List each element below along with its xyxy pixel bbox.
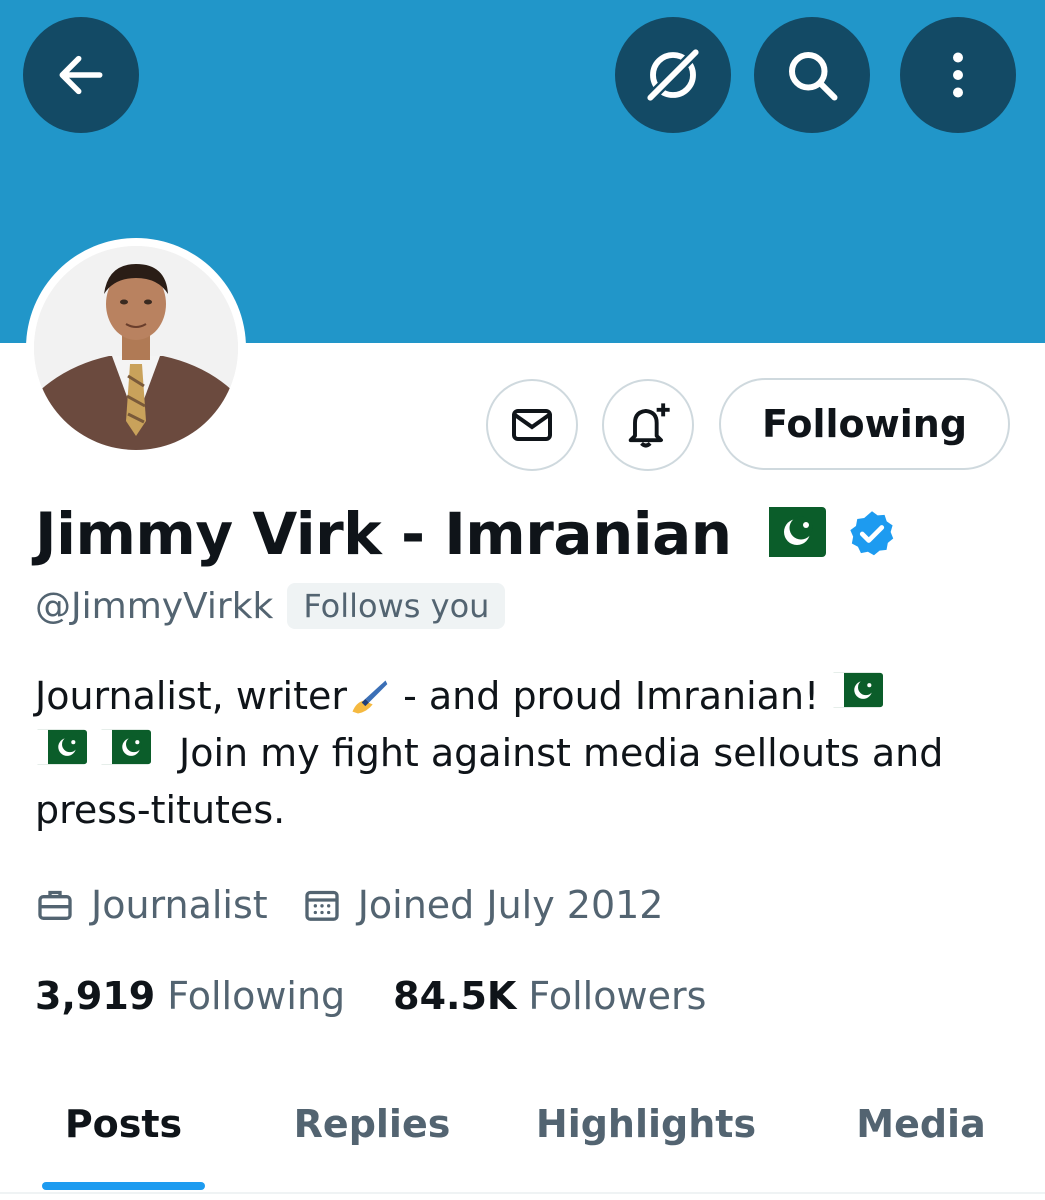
pakistan-flag-icon: [831, 668, 884, 725]
profession-item: Journalist: [35, 883, 268, 927]
following-count-link[interactable]: 3,919 Following: [35, 974, 345, 1018]
followers-count-link[interactable]: 84.5K Followers: [393, 974, 706, 1018]
bio-text: press-titutes.: [35, 788, 286, 832]
tab-posts[interactable]: Posts: [42, 1102, 205, 1146]
joined-date-label: Joined July 2012: [357, 883, 664, 927]
tabs-divider: [0, 1192, 1045, 1194]
grok-icon: [645, 47, 701, 103]
avatar: [34, 246, 238, 450]
mail-icon: [512, 409, 552, 441]
briefcase-icon: [38, 890, 72, 920]
following-button-label: Following: [761, 402, 968, 446]
bell-plus-icon: [628, 403, 670, 448]
profile-name-row: Jimmy Virk - Imranian: [35, 494, 898, 574]
active-tab-indicator: [42, 1182, 205, 1190]
pakistan-flag-icon: [749, 505, 826, 563]
followers-count: 84.5K: [393, 974, 517, 1018]
tab-highlights[interactable]: Highlights: [530, 1102, 762, 1146]
tab-replies[interactable]: Replies: [282, 1102, 462, 1146]
search-icon: [789, 52, 838, 101]
profile-bio: Journalist, writer - and proud Imranian!: [35, 668, 1025, 839]
tab-media[interactable]: Media: [840, 1102, 1002, 1146]
profile-stats-row: 3,919 Following 84.5K Followers: [35, 968, 706, 1024]
verified-badge-icon[interactable]: [846, 508, 898, 560]
more-vertical-icon: [953, 52, 963, 98]
search-button[interactable]: [754, 17, 870, 133]
grok-button[interactable]: [615, 17, 731, 133]
profile-meta-row: Journalist Joined July 2012: [35, 878, 664, 932]
avatar-container[interactable]: [26, 238, 246, 458]
pakistan-flag-icon: [35, 725, 87, 782]
bio-text: Join my fight against media sellouts and: [179, 731, 944, 775]
joined-date-item: Joined July 2012: [302, 883, 664, 927]
follows-you-badge: Follows you: [287, 583, 506, 629]
following-label: Following: [167, 974, 346, 1018]
profession-label: Journalist: [91, 883, 268, 927]
bio-text: Journalist, writer: [35, 674, 347, 718]
arrow-left-icon: [59, 55, 103, 95]
profile-handle: @JimmyVirkk: [35, 585, 274, 627]
profile-name: Jimmy Virk - Imranian: [35, 500, 732, 568]
profile-handle-row: @JimmyVirkk Follows you: [35, 580, 506, 632]
writing-hand-icon: [347, 675, 391, 719]
more-options-button[interactable]: [900, 17, 1016, 133]
profile-tabs: Posts Replies Highlights Media: [0, 1090, 1045, 1200]
calendar-icon: [305, 890, 339, 921]
followers-label: Followers: [528, 974, 707, 1018]
bio-text: - and proud Imranian!: [391, 674, 832, 718]
back-button[interactable]: [23, 17, 139, 133]
following-button[interactable]: Following: [719, 378, 1010, 470]
notifications-button[interactable]: [602, 379, 694, 471]
message-button[interactable]: [486, 379, 578, 471]
following-count: 3,919: [35, 974, 156, 1018]
pakistan-flag-icon: [99, 725, 151, 782]
